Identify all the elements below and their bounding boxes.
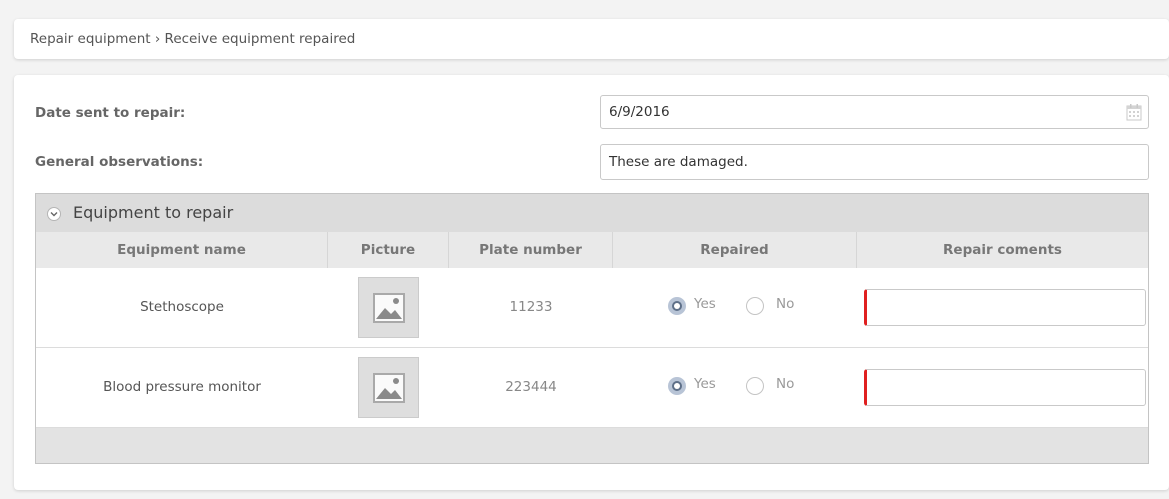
general-observations-input[interactable]: These are damaged. [600, 144, 1149, 180]
column-plate-number[interactable]: Plate number [449, 232, 613, 268]
repair-comments-input[interactable] [864, 369, 1146, 406]
equipment-name-cell: Stethoscope [140, 299, 224, 315]
repaired-yes-label[interactable]: Yes [694, 296, 716, 312]
table-row: Blood pressure monitor 223444 Yes No [36, 348, 1148, 428]
table-row: Stethoscope 11233 Yes No [36, 268, 1148, 348]
column-repair-comments[interactable]: Repair coments [857, 232, 1148, 268]
grid-header: Equipment name Picture Plate number Repa… [36, 232, 1148, 269]
column-equipment-name[interactable]: Equipment name [36, 232, 328, 268]
general-observations-label: General observations: [35, 154, 204, 170]
column-repaired[interactable]: Repaired [613, 232, 857, 268]
general-observations-value: These are damaged. [609, 154, 748, 170]
repaired-no-label[interactable]: No [776, 296, 794, 312]
plate-number-cell: 11233 [509, 299, 553, 315]
picture-thumbnail[interactable] [358, 277, 419, 338]
image-placeholder-icon [373, 373, 405, 403]
date-sent-label: Date sent to repair: [35, 105, 186, 121]
form-card: Date sent to repair: 6/9/2016 General ob… [14, 75, 1169, 490]
repaired-yes-radio[interactable] [668, 297, 686, 315]
grid-footer [36, 428, 1148, 463]
equipment-grid: Equipment to repair Equipment name Pictu… [35, 193, 1149, 464]
breadcrumb-bar: Repair equipment › Receive equipment rep… [14, 19, 1169, 59]
breadcrumb: Repair equipment › Receive equipment rep… [30, 31, 356, 47]
repaired-no-radio[interactable] [746, 297, 764, 315]
repaired-radio-group: Yes No [668, 375, 808, 399]
chevron-down-icon[interactable] [47, 207, 61, 221]
grid-title: Equipment to repair [73, 203, 234, 222]
plate-number-cell: 223444 [505, 379, 557, 395]
date-sent-value: 6/9/2016 [609, 104, 670, 120]
picture-thumbnail[interactable] [358, 357, 419, 418]
repaired-no-label[interactable]: No [776, 376, 794, 392]
grid-caption[interactable]: Equipment to repair [36, 194, 1148, 233]
image-placeholder-icon [373, 293, 405, 323]
column-picture[interactable]: Picture [328, 232, 449, 268]
date-sent-input[interactable]: 6/9/2016 [600, 95, 1149, 129]
equipment-name-cell: Blood pressure monitor [103, 379, 261, 395]
repaired-yes-radio[interactable] [668, 377, 686, 395]
calendar-icon[interactable] [1126, 103, 1142, 121]
repaired-no-radio[interactable] [746, 377, 764, 395]
repaired-radio-group: Yes No [668, 295, 808, 319]
repair-comments-input[interactable] [864, 289, 1146, 326]
repaired-yes-label[interactable]: Yes [694, 376, 716, 392]
